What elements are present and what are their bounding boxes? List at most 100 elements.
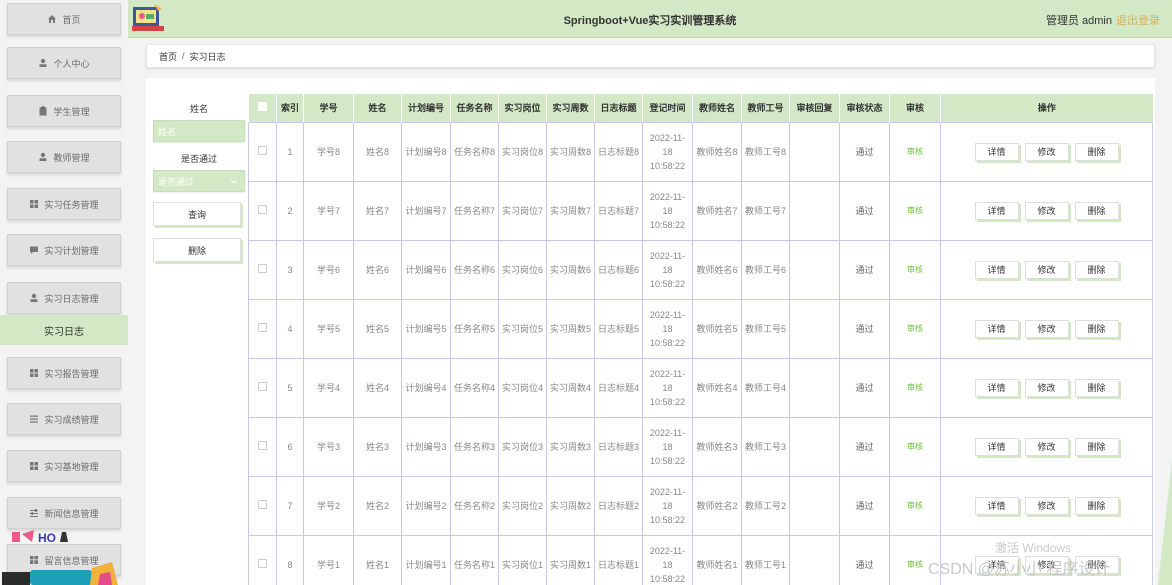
row-select-cell[interactable] [248, 239, 277, 300]
logout-link[interactable]: 退出登录 [1116, 12, 1160, 28]
name-input[interactable]: 姓名 [153, 120, 245, 142]
sidebar-item-report-management[interactable]: 实习报告管理 [7, 357, 121, 389]
row-select-cell[interactable] [248, 121, 277, 182]
sidebar-item-label: 实习基地管理 [44, 461, 99, 472]
sidebar-item-label: 首页 [62, 14, 81, 25]
row-checkbox[interactable] [258, 440, 267, 450]
windows-activation-watermark: 激活 Windows [995, 541, 1072, 555]
cell-post: 实习岗位7 [498, 180, 547, 241]
cell-reply [789, 239, 840, 300]
row-checkbox[interactable] [258, 145, 267, 155]
column-header: 审核 [889, 94, 941, 122]
detail-button[interactable]: 详情 [974, 496, 1019, 515]
cell-status: 通过 [839, 121, 890, 182]
row-checkbox[interactable] [258, 263, 267, 273]
cell-reply [789, 475, 840, 536]
passed-select[interactable]: 是否通过 [153, 170, 245, 192]
row-select-cell[interactable] [248, 180, 277, 241]
cell-teacher-no: 教师工号7 [741, 180, 790, 241]
delete-button[interactable]: 删除 [1074, 437, 1119, 456]
breadcrumb-home[interactable]: 首页 [159, 50, 177, 63]
delete-button[interactable]: 删除 [1074, 496, 1119, 515]
delete-button[interactable]: 删除 [1074, 201, 1119, 220]
delete-button[interactable]: 删除 [1074, 142, 1119, 161]
edit-button[interactable]: 修改 [1024, 378, 1069, 397]
detail-button[interactable]: 详情 [974, 201, 1019, 220]
row-checkbox[interactable] [258, 558, 267, 568]
edit-button[interactable]: 修改 [1024, 437, 1069, 456]
sidebar: 首页 个人中心 学生管理 教师管理 实习任务管理 实习计划管理 实习日志管理 实… [0, 0, 128, 585]
column-header: 教师工号 [741, 94, 790, 122]
detail-button[interactable]: 详情 [974, 260, 1019, 279]
batch-delete-button[interactable]: 删除 [153, 238, 241, 262]
passed-label: 是否通过 [180, 154, 217, 164]
cell-title: 日志标题7 [594, 180, 643, 241]
row-select-cell[interactable] [248, 357, 277, 418]
sidebar-item-news-management[interactable]: 新闻信息管理 [7, 497, 121, 529]
sidebar-item-task-management[interactable]: 实习任务管理 [7, 188, 121, 220]
audit-link[interactable]: 审核 [907, 501, 923, 510]
detail-button[interactable]: 详情 [974, 319, 1019, 338]
audit-link[interactable]: 审核 [907, 383, 923, 392]
delete-button[interactable]: 删除 [1074, 319, 1119, 338]
cell-status: 通过 [839, 298, 890, 359]
cell-reply [789, 416, 840, 477]
detail-button[interactable]: 详情 [974, 378, 1019, 397]
cell-teacher: 教师姓名8 [692, 121, 742, 182]
edit-button[interactable]: 修改 [1024, 260, 1069, 279]
audit-link[interactable]: 审核 [907, 324, 923, 333]
row-checkbox[interactable] [258, 499, 267, 509]
audit-cell: 审核 [889, 298, 941, 359]
sidebar-item-student-management[interactable]: 学生管理 [7, 95, 121, 127]
sidebar-item-log-management[interactable]: 实习日志管理 [7, 282, 121, 314]
row-select-cell[interactable] [248, 416, 277, 477]
column-header: 计划编号 [401, 94, 451, 122]
select-all-checkbox[interactable] [258, 102, 267, 112]
query-button[interactable]: 查询 [153, 202, 241, 226]
row-select-cell[interactable] [248, 534, 277, 585]
audit-link[interactable]: 审核 [907, 147, 923, 156]
row-checkbox[interactable] [258, 204, 267, 214]
cell-student-no: 学号7 [303, 180, 354, 241]
cell-time: 2022-11-18 10:58:22 [642, 416, 693, 477]
column-header: 姓名 [353, 94, 402, 122]
table-row: 7 学号2 姓名2 计划编号2 任务名称2 实习岗位2 实习周数2 日志标题2 2022-11-… [248, 475, 1153, 536]
audit-link[interactable]: 审核 [907, 442, 923, 451]
sidebar-subitem-internship-log[interactable]: 实习日志 [0, 315, 128, 345]
cell-teacher: 教师姓名4 [692, 357, 742, 418]
sidebar-item-plan-management[interactable]: 实习计划管理 [7, 234, 121, 266]
edit-button[interactable]: 修改 [1024, 319, 1069, 338]
detail-button[interactable]: 详情 [974, 142, 1019, 161]
audit-link[interactable]: 审核 [907, 206, 923, 215]
cell-task: 任务名称8 [450, 121, 499, 182]
table-header-row: 索引 学号 姓名 计划编号 任务名称 实习岗位 实习周数 日志标题 登记时间 教… [248, 94, 1153, 122]
cell-title: 日志标题6 [594, 239, 643, 300]
cell-status: 通过 [839, 239, 890, 300]
audit-link[interactable]: 审核 [907, 265, 923, 274]
row-checkbox[interactable] [258, 381, 267, 391]
cell-teacher-no: 教师工号2 [741, 475, 790, 536]
edit-button[interactable]: 修改 [1024, 496, 1069, 515]
cell-reply [789, 534, 840, 585]
edit-button[interactable]: 修改 [1024, 201, 1069, 220]
edit-button[interactable]: 修改 [1024, 142, 1069, 161]
row-checkbox[interactable] [258, 322, 267, 332]
audit-link[interactable]: 审核 [907, 560, 923, 569]
delete-button[interactable]: 删除 [1074, 260, 1119, 279]
select-all-cell[interactable] [248, 94, 277, 122]
cell-post: 实习岗位2 [498, 475, 547, 536]
sidebar-item-teacher-management[interactable]: 教师管理 [7, 141, 121, 173]
cell-status: 通过 [839, 416, 890, 477]
cell-teacher-no: 教师工号6 [741, 239, 790, 300]
row-select-cell[interactable] [248, 298, 277, 359]
sidebar-item-score-management[interactable]: 实习成绩管理 [7, 403, 121, 435]
sidebar-item-home[interactable]: 首页 [7, 3, 121, 35]
row-select-cell[interactable] [248, 475, 277, 536]
sidebar-item-base-management[interactable]: 实习基地管理 [7, 450, 121, 482]
cell-index: 3 [276, 239, 304, 300]
sidebar-item-personal-center[interactable]: 个人中心 [7, 47, 121, 79]
delete-button[interactable]: 删除 [1074, 378, 1119, 397]
table-row: 2 学号7 姓名7 计划编号7 任务名称7 实习岗位7 实习周数7 日志标题7 2022-11-… [248, 180, 1153, 241]
name-input-placeholder: 姓名 [158, 126, 177, 137]
detail-button[interactable]: 详情 [974, 437, 1019, 456]
